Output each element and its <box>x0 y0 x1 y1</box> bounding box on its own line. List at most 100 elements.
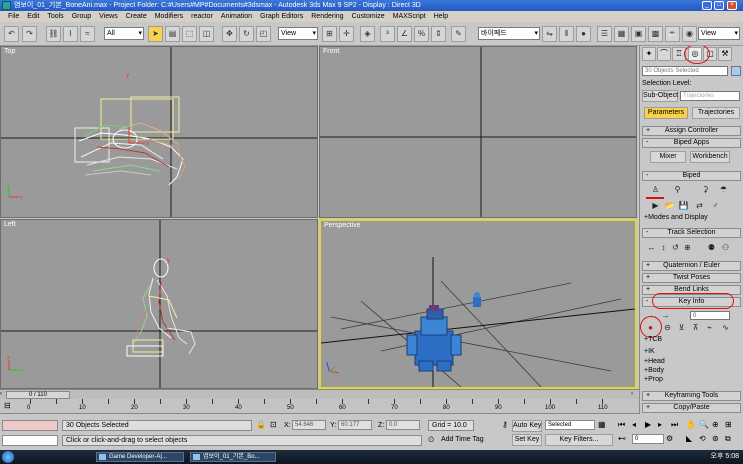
viewport-perspective-label[interactable]: Perspective <box>324 222 361 229</box>
set-key-button[interactable]: Set Key <box>512 434 542 446</box>
rollout-twist-poses[interactable]: + Twist Poses <box>642 273 741 283</box>
prop-expander[interactable]: +Prop <box>644 376 663 383</box>
render-frame-icon[interactable]: ▩ <box>648 26 663 42</box>
add-time-tag-button[interactable]: Add Time Tag <box>438 435 486 446</box>
viewport-front[interactable]: Front <box>319 46 637 218</box>
maxscript-listener-field[interactable] <box>2 420 58 431</box>
menu-rendering[interactable]: Rendering <box>307 11 347 22</box>
unlink-icon[interactable]: ⌇ <box>63 26 78 42</box>
rollout-quaternion-euler[interactable]: + Quaternion / Euler <box>642 261 741 271</box>
minimize-button[interactable]: _ <box>702 1 712 10</box>
utilities-tab-icon[interactable]: ⚒ <box>718 47 732 61</box>
edit-named-selection-icon[interactable]: ✎ <box>451 26 466 42</box>
tcb-expander[interactable]: +TCB <box>644 336 662 343</box>
percent-snap-icon[interactable]: % <box>414 26 429 42</box>
curve-icon[interactable]: ∿ <box>720 322 731 333</box>
angle-snap-icon[interactable]: ∠ <box>397 26 412 42</box>
select-by-name-icon[interactable]: ▤ <box>165 26 180 42</box>
render-setup-icon[interactable]: ▣ <box>631 26 646 42</box>
close-button[interactable]: × <box>727 1 737 10</box>
lock-selection-icon[interactable]: 🔒 <box>256 420 266 430</box>
current-frame-field[interactable]: 0 <box>632 434 664 444</box>
active-shade-icon[interactable]: ◉ <box>682 26 697 42</box>
rectangular-selection-icon[interactable]: ⬚ <box>182 26 197 42</box>
parameters-tab[interactable]: Parameters <box>644 107 688 119</box>
rollout-keyframing-tools[interactable]: + Keyframing Tools <box>642 391 741 401</box>
orbit-icon[interactable]: ⟲ <box>699 434 706 444</box>
workbench-button[interactable]: Workbench <box>690 151 730 163</box>
rollout-track-selection[interactable]: - Track Selection <box>642 228 741 238</box>
previous-frame-icon[interactable]: ◂ <box>632 420 636 430</box>
manipulate-icon[interactable]: ✛ <box>339 26 354 42</box>
spinner-snap-icon[interactable]: ⇕ <box>431 26 446 42</box>
object-color-swatch[interactable] <box>731 66 741 76</box>
z-coordinate-field[interactable]: 0.0 <box>386 420 420 430</box>
key-mode-dropdown[interactable]: Selected <box>545 420 595 430</box>
select-and-rotate-icon[interactable]: ↻ <box>239 26 254 42</box>
arc-rotate-icon[interactable]: ⊛ <box>712 434 719 444</box>
track-bar-toggle-icon[interactable]: ⊟ <box>4 401 11 411</box>
viewport-top-label[interactable]: Top <box>4 48 15 55</box>
menu-modifiers[interactable]: Modifiers <box>151 11 187 22</box>
load-file-icon[interactable]: 📂 <box>664 200 675 211</box>
ik-expander[interactable]: +IK <box>644 348 655 355</box>
menu-tools[interactable]: Tools <box>43 11 67 22</box>
keyboard-shortcut-icon[interactable]: ◈ <box>360 26 375 42</box>
menu-help[interactable]: Help <box>430 11 452 22</box>
select-and-scale-icon[interactable]: ◰ <box>256 26 271 42</box>
selection-filter-dropdown[interactable]: All <box>104 27 144 40</box>
named-selection-dropdown[interactable]: 바이페드 <box>478 27 540 40</box>
trajectories-tab[interactable]: Trajectories <box>692 107 740 119</box>
reference-coordinate-dropdown[interactable]: View <box>278 27 318 40</box>
rollout-copy-paste[interactable]: + Copy/Paste <box>642 403 741 413</box>
time-configuration-icon[interactable]: ⚙ <box>666 434 673 444</box>
render-type-dropdown[interactable]: View <box>698 27 740 40</box>
set-free-key-icon[interactable]: ⊼ <box>690 322 701 333</box>
mirror-icon[interactable]: ⇋ <box>542 26 557 42</box>
next-key-icon[interactable]: → <box>660 310 671 321</box>
snaps-toggle-icon[interactable]: ³ <box>380 26 395 42</box>
taskbar-item-3dsmax[interactable]: 염보이_01_기본_Bo... <box>190 452 276 462</box>
viewport-perspective[interactable]: Perspective <box>319 219 637 389</box>
sub-object-button[interactable]: Sub-Object <box>642 90 678 102</box>
next-frame-icon[interactable]: ▸ <box>658 420 662 430</box>
curve-editor-icon[interactable]: ☰ <box>597 26 612 42</box>
window-crossing-icon[interactable]: ◫ <box>199 26 214 42</box>
trajectories-toggle-icon[interactable]: ⌁ <box>704 322 715 333</box>
rollout-assign-controller[interactable]: + Assign Controller <box>642 126 741 136</box>
y-coordinate-field[interactable]: 60.177 <box>338 420 372 430</box>
slider-prev-icon[interactable]: ‹ <box>0 391 6 399</box>
material-editor-icon[interactable]: ● <box>576 26 591 42</box>
select-object-icon[interactable]: ➤ <box>148 26 163 42</box>
go-to-start-icon[interactable]: ⏮ <box>618 420 625 430</box>
redo-icon[interactable]: ↷ <box>22 26 37 42</box>
menu-customize[interactable]: Customize <box>348 11 389 22</box>
footstep-mode-icon[interactable]: ⚲ <box>672 184 683 195</box>
head-expander[interactable]: +Head <box>644 358 665 365</box>
create-tab-icon[interactable]: ✦ <box>642 47 656 61</box>
biped-playback-icon[interactable]: ▶ <box>650 200 661 211</box>
set-planted-key-icon[interactable]: ⊝ <box>662 322 673 333</box>
schematic-view-icon[interactable]: ▦ <box>614 26 629 42</box>
auto-key-button[interactable]: Auto Key <box>512 420 542 432</box>
maximize-viewport-icon[interactable]: ⧉ <box>725 434 731 444</box>
time-slider-thumb[interactable]: 0 / 110 <box>6 391 70 399</box>
save-file-icon[interactable]: 💾 <box>678 200 689 211</box>
undo-icon[interactable]: ↶ <box>4 26 19 42</box>
key-number-field[interactable]: 0 <box>690 311 730 320</box>
play-icon[interactable]: ▶ <box>645 420 651 430</box>
taskbar-item-browser[interactable]: Game Developer-A|... <box>96 452 184 462</box>
pivot-point-icon[interactable]: ⊞ <box>322 26 337 42</box>
key-filters-button[interactable]: Key Filters... <box>545 434 613 446</box>
menu-group[interactable]: Group <box>68 11 95 22</box>
menu-edit[interactable]: Edit <box>23 11 43 22</box>
modes-display-expander[interactable]: +Modes and Display <box>644 214 708 221</box>
object-name-field[interactable]: 30 Objects Selected <box>642 66 728 76</box>
track-bar[interactable]: ⊟ 0 10 20 30 40 50 60 70 80 90 100 110 <box>0 399 639 414</box>
body-vertical-icon[interactable]: ↕ <box>658 242 669 253</box>
opposite-icon[interactable]: ⚇ <box>720 242 731 253</box>
pan-icon[interactable]: ✋ <box>686 420 696 430</box>
maxscript-mini-listener[interactable] <box>2 435 58 446</box>
viewport-front-label[interactable]: Front <box>323 48 339 55</box>
menu-reactor[interactable]: reactor <box>187 11 217 22</box>
